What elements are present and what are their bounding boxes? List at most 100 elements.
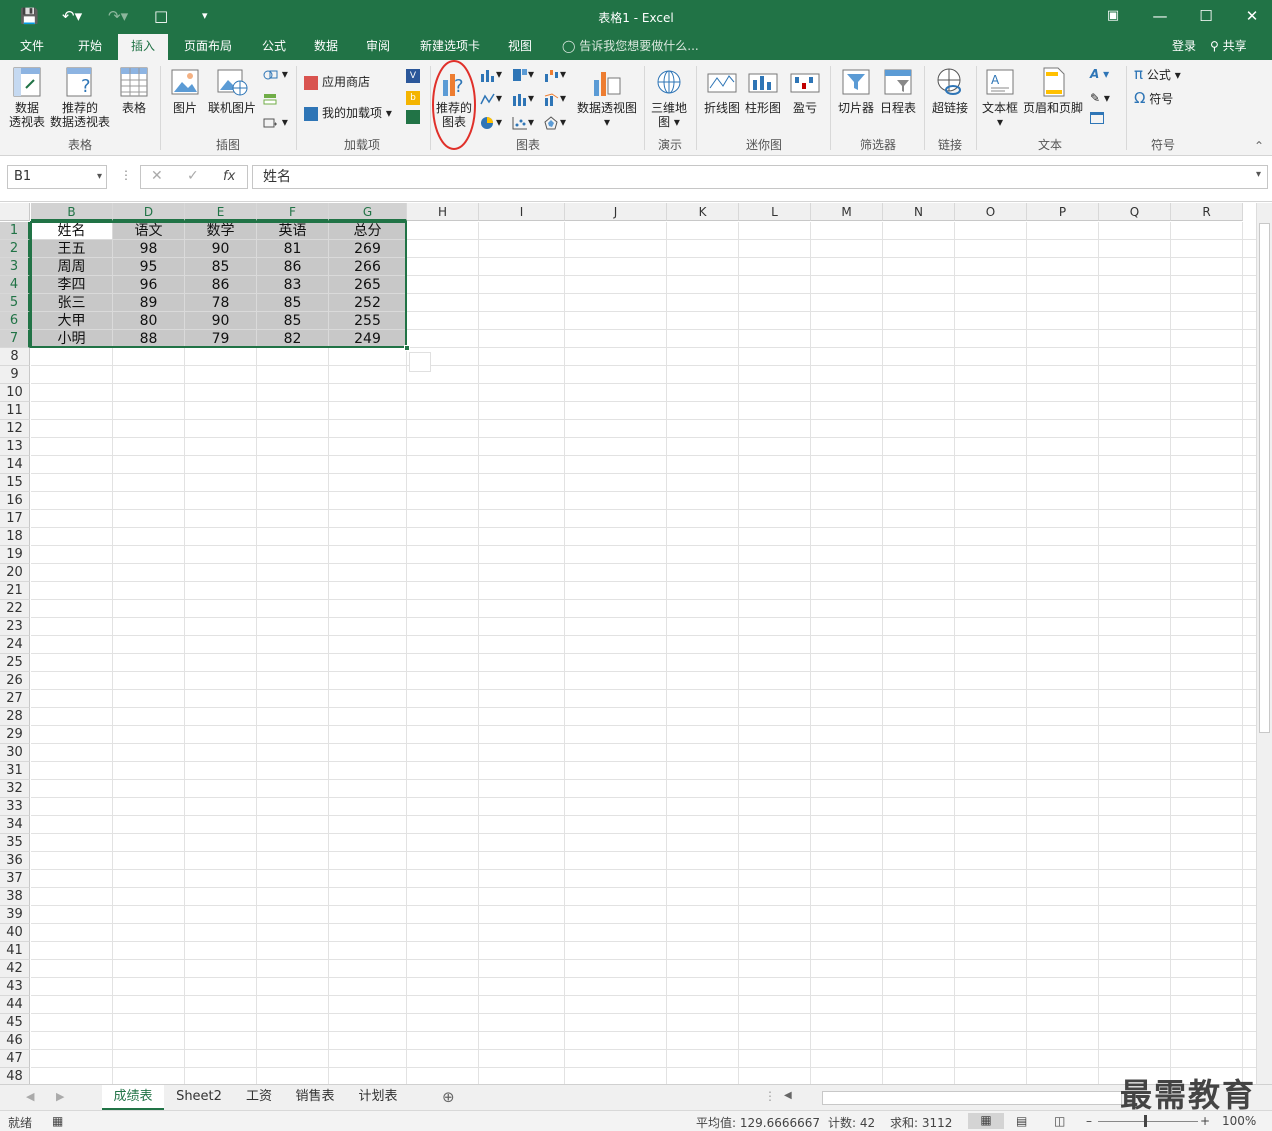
wordart-button[interactable]: A ▾ (1090, 66, 1109, 82)
header-footer-button[interactable]: 页眉和页脚 (1022, 66, 1084, 115)
row-header[interactable]: 10 (0, 384, 30, 402)
column-header[interactable]: E (185, 203, 257, 221)
store-button[interactable]: 应用商店 (304, 74, 370, 90)
sparkline-line-button[interactable]: 折线图 (702, 66, 742, 115)
table-cell[interactable]: 266 (329, 258, 407, 276)
row-header[interactable]: 14 (0, 456, 30, 474)
row-header[interactable]: 39 (0, 906, 30, 924)
table-cell[interactable]: 265 (329, 276, 407, 294)
tab-formulas[interactable]: 公式 (254, 34, 294, 60)
tab-review[interactable]: 审阅 (358, 34, 398, 60)
sparkline-column-button[interactable]: 柱形图 (743, 66, 783, 115)
column-header[interactable]: I (479, 203, 565, 221)
worksheet-grid[interactable]: B D E F G H I J K L M N O P Q R 1 2 3 4 5 6 7 8 9 10 11 12 13 14 15 16 1… (0, 203, 1256, 1084)
table-cell[interactable]: 88 (113, 330, 185, 348)
people-graph-icon[interactable] (406, 110, 420, 128)
table-cell[interactable]: 张三 (31, 294, 113, 312)
column-header[interactable]: L (739, 203, 811, 221)
header-cell[interactable]: 总分 (329, 222, 407, 240)
row-header[interactable]: 41 (0, 942, 30, 960)
sheet-tab-sales[interactable]: 销售表 (286, 1085, 344, 1110)
login-link[interactable]: 登录 (1172, 34, 1196, 58)
shapes-button[interactable]: ▾ (262, 66, 288, 82)
table-cell[interactable]: 95 (113, 258, 185, 276)
table-cell[interactable]: 78 (185, 294, 257, 312)
row-header[interactable]: 44 (0, 996, 30, 1014)
zoom-slider-thumb[interactable] (1144, 1115, 1147, 1127)
screenshot-button[interactable]: ▾ (262, 114, 288, 130)
vertical-scrollbar[interactable] (1256, 203, 1272, 1084)
header-cell[interactable]: 语文 (113, 222, 185, 240)
textbox-button[interactable]: A 文本框 ▾ (980, 66, 1020, 129)
combo-chart-button[interactable]: ▾ (544, 90, 566, 106)
table-cell[interactable]: 249 (329, 330, 407, 348)
expand-formula-icon[interactable]: ▾ (1256, 169, 1261, 180)
row-header[interactable]: 36 (0, 852, 30, 870)
hierarchy-chart-button[interactable]: ▾ (512, 66, 534, 82)
table-cell[interactable]: 81 (257, 240, 329, 258)
row-header[interactable]: 7 (0, 330, 30, 348)
prev-sheet-icon[interactable]: ◀ (26, 1090, 34, 1103)
table-cell[interactable]: 王五 (31, 240, 113, 258)
table-cell[interactable]: 255 (329, 312, 407, 330)
collapse-ribbon-icon[interactable]: ⌃ (1254, 138, 1264, 154)
column-chart-button[interactable]: ▾ (480, 66, 502, 82)
table-button[interactable]: 表格 (116, 66, 152, 115)
ribbon-display-icon[interactable]: ▣ (1098, 6, 1128, 26)
zoom-slider[interactable] (1098, 1121, 1198, 1122)
row-header[interactable]: 23 (0, 618, 30, 636)
table-cell[interactable]: 90 (185, 240, 257, 258)
row-header[interactable]: 22 (0, 600, 30, 618)
table-cell[interactable]: 大甲 (31, 312, 113, 330)
my-addins-button[interactable]: 我的加载项 ▾ (304, 105, 392, 121)
page-layout-view-icon[interactable]: ▤ (1016, 1114, 1027, 1128)
pivot-table-button[interactable]: 数据 透视表 (6, 66, 48, 129)
share-button[interactable]: ⚲ 共享 (1210, 34, 1247, 58)
pie-chart-button[interactable]: ▾ (480, 114, 502, 130)
row-header[interactable]: 20 (0, 564, 30, 582)
formula-input[interactable]: 姓名 (252, 165, 1268, 189)
row-header[interactable]: 35 (0, 834, 30, 852)
row-header[interactable]: 25 (0, 654, 30, 672)
table-cell[interactable]: 83 (257, 276, 329, 294)
table-cell[interactable]: 89 (113, 294, 185, 312)
row-header[interactable]: 19 (0, 546, 30, 564)
scatter-chart-button[interactable]: ▾ (512, 114, 534, 130)
fill-handle[interactable] (404, 345, 410, 351)
row-header[interactable]: 11 (0, 402, 30, 420)
column-header[interactable]: M (811, 203, 883, 221)
row-header[interactable]: 47 (0, 1050, 30, 1068)
maximize-icon[interactable]: ☐ (1191, 6, 1221, 26)
column-header[interactable]: N (883, 203, 955, 221)
3d-map-button[interactable]: 三维地图 ▾ (648, 66, 690, 129)
row-header[interactable]: 46 (0, 1032, 30, 1050)
row-header[interactable]: 33 (0, 798, 30, 816)
table-cell[interactable]: 79 (185, 330, 257, 348)
page-break-view-icon[interactable]: ◫ (1054, 1114, 1065, 1128)
object-button[interactable] (1090, 112, 1104, 128)
timeline-button[interactable]: 日程表 (878, 66, 918, 115)
table-cell[interactable]: 96 (113, 276, 185, 294)
table-cell[interactable]: 小明 (31, 330, 113, 348)
table-cell[interactable]: 85 (185, 258, 257, 276)
column-header[interactable]: D (113, 203, 185, 221)
tab-page-layout[interactable]: 页面布局 (178, 34, 238, 60)
row-header[interactable]: 26 (0, 672, 30, 690)
row-header[interactable]: 16 (0, 492, 30, 510)
table-cell[interactable]: 85 (257, 312, 329, 330)
column-header[interactable]: P (1027, 203, 1099, 221)
row-header[interactable]: 21 (0, 582, 30, 600)
slicer-button[interactable]: 切片器 (836, 66, 876, 115)
row-header[interactable]: 18 (0, 528, 30, 546)
column-header[interactable]: B (31, 203, 113, 221)
row-header[interactable]: 32 (0, 780, 30, 798)
sheet-tab-salary[interactable]: 工资 (236, 1085, 282, 1110)
header-cell[interactable]: 姓名 (31, 222, 113, 240)
row-header[interactable]: 4 (0, 276, 30, 294)
row-header[interactable]: 38 (0, 888, 30, 906)
zoom-out-icon[interactable]: – (1086, 1114, 1092, 1128)
smartart-button[interactable] (262, 90, 278, 106)
row-header[interactable]: 34 (0, 816, 30, 834)
pivot-chart-button[interactable]: 数据透视图 ▾ (576, 66, 638, 129)
row-header[interactable]: 28 (0, 708, 30, 726)
